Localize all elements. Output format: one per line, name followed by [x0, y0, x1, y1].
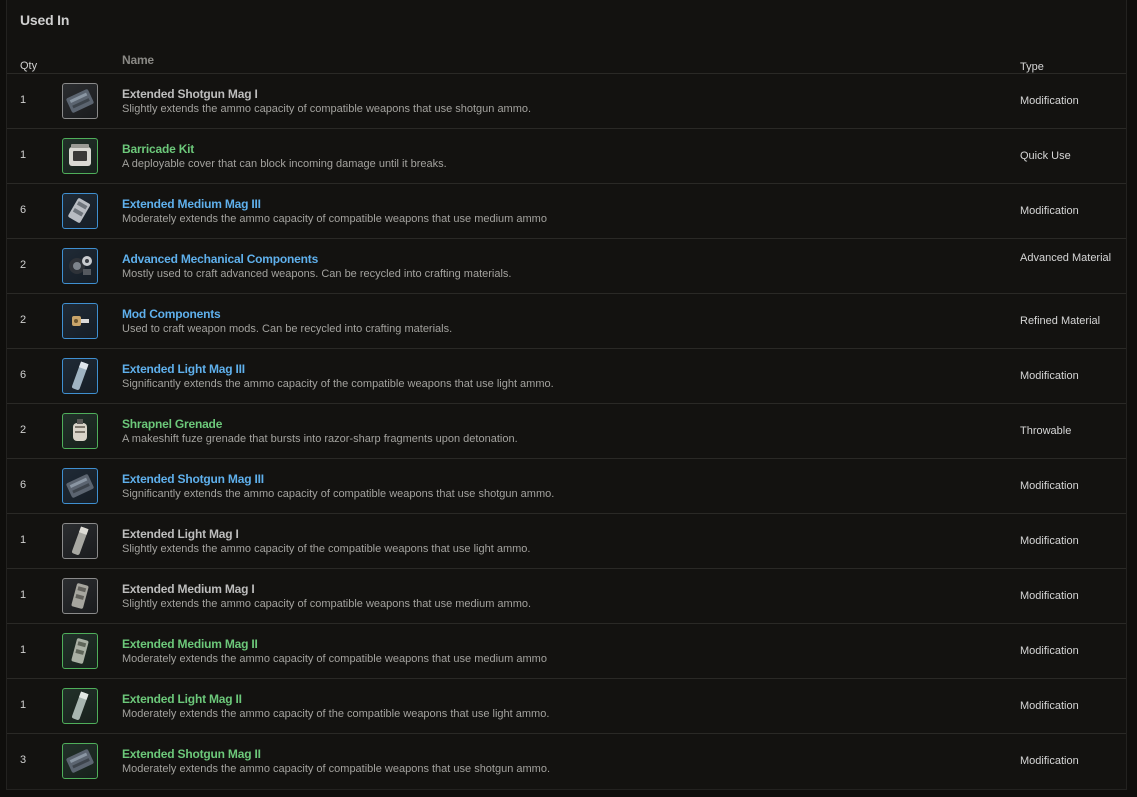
row-qty: 2	[20, 424, 27, 436]
table-row[interactable]: 2 Shrapnel Grenade A makeshift fuze gren…	[7, 404, 1126, 459]
medium-mag-icon	[62, 193, 98, 229]
table-row[interactable]: 6 Extended Shotgun Mag III Significantly…	[7, 459, 1126, 514]
item-description: Significantly extends the ammo capacity …	[122, 488, 555, 500]
section-title: Used In	[20, 12, 70, 28]
item-name-link[interactable]: Extended Light Mag I	[122, 527, 239, 541]
table-row[interactable]: 1 Extended Shotgun Mag I Slightly extend…	[7, 74, 1126, 129]
item-description: Slightly extends the ammo capacity of co…	[122, 598, 532, 610]
item-description: Slightly extends the ammo capacity of th…	[122, 543, 531, 555]
row-qty: 1	[20, 699, 27, 711]
table-body: 1 Extended Shotgun Mag I Slightly extend…	[7, 74, 1126, 789]
item-name-link[interactable]: Extended Medium Mag III	[122, 197, 261, 211]
row-qty: 1	[20, 94, 27, 106]
used-in-panel: Used In Qty Name Type 1 Extended Shotgun…	[6, 0, 1127, 790]
item-description: Used to craft weapon mods. Can be recycl…	[122, 323, 453, 335]
row-qty: 6	[20, 479, 27, 491]
shotgun-mag-icon	[62, 468, 98, 504]
item-name-link[interactable]: Extended Shotgun Mag III	[122, 472, 264, 486]
item-type: Modification	[1020, 480, 1079, 492]
item-type: Modification	[1020, 370, 1079, 382]
row-qty: 2	[20, 314, 27, 326]
item-description: Moderately extends the ammo capacity of …	[122, 653, 547, 665]
item-name-link[interactable]: Shrapnel Grenade	[122, 417, 222, 431]
shotgun-mag-icon	[62, 743, 98, 779]
barricade-kit-icon	[62, 138, 98, 174]
item-type: Throwable	[1020, 425, 1072, 437]
table-row[interactable]: 1 Extended Medium Mag II Moderately exte…	[7, 624, 1126, 679]
item-name-link[interactable]: Extended Medium Mag I	[122, 582, 255, 596]
row-qty: 6	[20, 204, 27, 216]
light-mag-icon	[62, 523, 98, 559]
item-description: A deployable cover that can block incomi…	[122, 158, 447, 170]
item-description: Moderately extends the ammo capacity of …	[122, 708, 550, 720]
item-description: Significantly extends the ammo capacity …	[122, 378, 554, 390]
item-description: A makeshift fuze grenade that bursts int…	[122, 433, 518, 445]
table-header: Qty Name Type	[7, 40, 1126, 74]
item-name-link[interactable]: Extended Shotgun Mag I	[122, 87, 258, 101]
item-type: Modification	[1020, 645, 1079, 657]
row-qty: 1	[20, 534, 27, 546]
item-type: Advanced Material	[1020, 252, 1112, 264]
item-name-link[interactable]: Extended Light Mag II	[122, 692, 242, 706]
row-qty: 1	[20, 589, 27, 601]
item-name-link[interactable]: Barricade Kit	[122, 142, 194, 156]
item-type: Modification	[1020, 205, 1079, 217]
medium-mag-icon	[62, 633, 98, 669]
table-row[interactable]: 2 Advanced Mechanical Components Mostly …	[7, 239, 1126, 294]
row-qty: 3	[20, 754, 27, 766]
item-type: Quick Use	[1020, 150, 1071, 162]
light-mag-icon	[62, 688, 98, 724]
mechanical-components-icon	[62, 248, 98, 284]
item-type: Modification	[1020, 700, 1079, 712]
item-type: Modification	[1020, 535, 1079, 547]
item-type: Modification	[1020, 755, 1079, 767]
table-row[interactable]: 1 Extended Medium Mag I Slightly extends…	[7, 569, 1126, 624]
column-header-type: Type	[1020, 61, 1044, 73]
item-type: Refined Material	[1020, 315, 1101, 327]
table-row[interactable]: 1 Extended Light Mag I Slightly extends …	[7, 514, 1126, 569]
row-qty: 2	[20, 259, 27, 271]
grenade-icon	[62, 413, 98, 449]
table-row[interactable]: 3 Extended Shotgun Mag II Moderately ext…	[7, 734, 1126, 789]
light-mag-icon	[62, 358, 98, 394]
item-description: Moderately extends the ammo capacity of …	[122, 763, 551, 775]
item-name-link[interactable]: Advanced Mechanical Components	[122, 252, 318, 266]
table-row[interactable]: 2 Mod Components Used to craft weapon mo…	[7, 294, 1126, 349]
table-row[interactable]: 6 Extended Medium Mag III Moderately ext…	[7, 184, 1126, 239]
shotgun-mag-icon	[62, 83, 98, 119]
row-qty: 1	[20, 644, 27, 656]
table-row[interactable]: 1 Barricade Kit A deployable cover that …	[7, 129, 1126, 184]
table-row[interactable]: 1 Extended Light Mag II Moderately exten…	[7, 679, 1126, 734]
column-header-name: Name	[122, 53, 154, 67]
item-name-link[interactable]: Extended Medium Mag II	[122, 637, 258, 651]
row-qty: 1	[20, 149, 27, 161]
medium-mag-icon	[62, 578, 98, 614]
item-description: Mostly used to craft advanced weapons. C…	[122, 268, 512, 280]
item-description: Moderately extends the ammo capacity of …	[122, 213, 547, 225]
item-name-link[interactable]: Extended Light Mag III	[122, 362, 245, 376]
item-name-link[interactable]: Mod Components	[122, 307, 221, 321]
item-description: Slightly extends the ammo capacity of co…	[122, 103, 532, 115]
mod-components-icon	[62, 303, 98, 339]
item-type: Modification	[1020, 590, 1079, 602]
item-type: Modification	[1020, 95, 1079, 107]
table-row[interactable]: 6 Extended Light Mag III Significantly e…	[7, 349, 1126, 404]
row-qty: 6	[20, 369, 27, 381]
item-name-link[interactable]: Extended Shotgun Mag II	[122, 747, 261, 761]
column-header-qty: Qty	[20, 60, 38, 72]
